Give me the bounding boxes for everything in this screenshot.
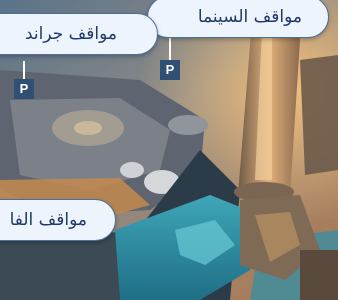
label-cinema-parking[interactable]: مواقف السينما <box>147 0 329 38</box>
callout-pointer-grand <box>23 61 25 79</box>
callout-pointer-cinema <box>169 38 171 60</box>
label-grand-parking[interactable]: مواقف جراند <box>0 13 158 55</box>
map-view[interactable]: مواقف السينما مواقف جراند مواقف الفا P P <box>0 0 338 300</box>
parking-marker-grand[interactable]: P <box>14 79 34 99</box>
parking-marker-cinema[interactable]: P <box>160 60 180 80</box>
label-fashion-parking[interactable]: مواقف الفا <box>0 199 116 241</box>
